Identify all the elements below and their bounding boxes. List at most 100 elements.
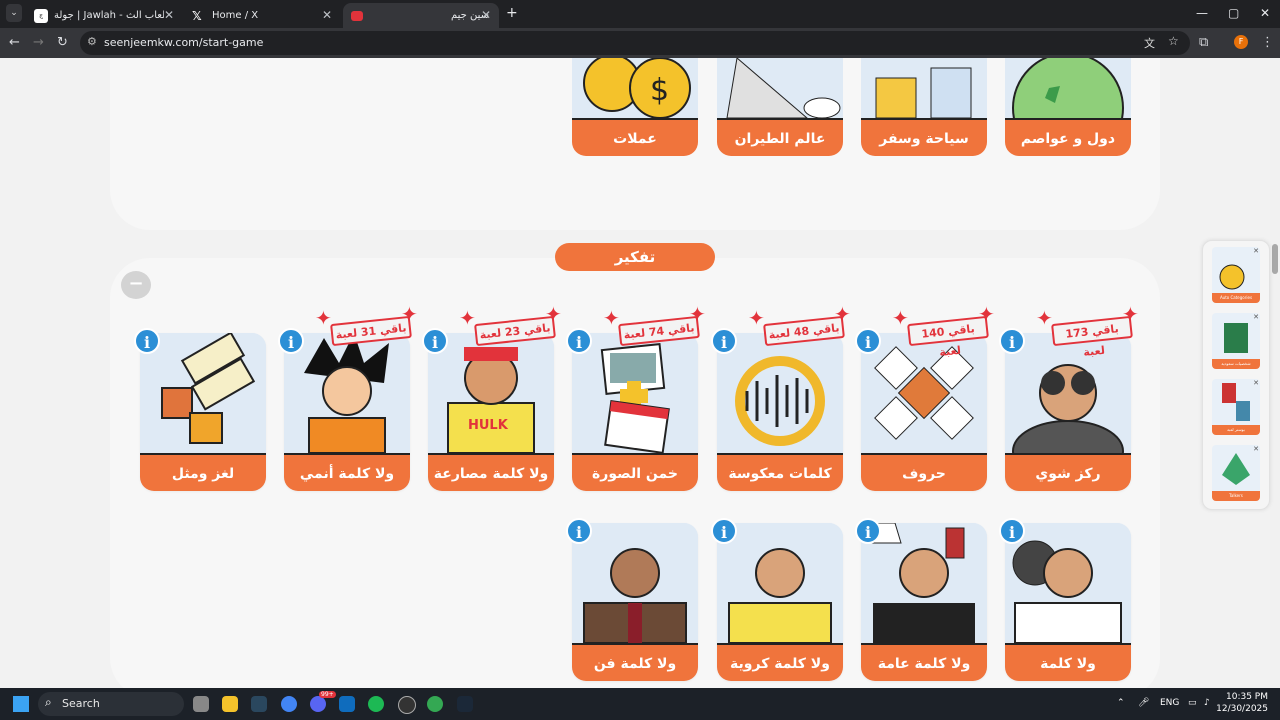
card-label: لغز ومثل: [140, 453, 266, 491]
extensions-icon[interactable]: ⧉: [1199, 35, 1208, 50]
translate-icon[interactable]: 文: [1144, 35, 1155, 51]
remove-icon[interactable]: ✕: [1253, 445, 1259, 453]
card-label: ولا كلمة عامة: [861, 643, 987, 681]
info-icon[interactable]: i: [566, 328, 592, 354]
card-label: ركز شوي: [1005, 453, 1131, 491]
network-icon[interactable]: ▭: [1188, 698, 1197, 708]
task-view-icon[interactable]: [193, 696, 209, 712]
bookmark-star-icon[interactable]: ☆: [1168, 34, 1179, 48]
game-card-no-word-foreign-art[interactable]: ولا كلمة فن أجنبي: [572, 523, 698, 681]
info-icon[interactable]: i: [422, 328, 448, 354]
menu-dots-icon[interactable]: ⋮: [1261, 35, 1274, 50]
site-info-icon[interactable]: ⚙: [87, 35, 97, 48]
info-icon[interactable]: i: [711, 328, 737, 354]
microphone-icon[interactable]: 🎤︎: [1138, 698, 1149, 708]
card-image: [284, 333, 410, 454]
category-card-countries[interactable]: دول و عواصم: [1005, 118, 1131, 156]
info-icon[interactable]: i: [855, 328, 881, 354]
game-card-reversed-words[interactable]: كلمات معكوسة: [717, 333, 843, 491]
category-card-travel[interactable]: سياحة وسفر: [861, 118, 987, 156]
card-image: HULK: [428, 333, 554, 454]
page-scrollbar[interactable]: [1270, 58, 1280, 688]
info-icon[interactable]: i: [711, 518, 737, 544]
tab-close-icon[interactable]: ✕: [322, 8, 332, 22]
sparkle-icon: ✦: [892, 306, 909, 330]
tab-close-icon[interactable]: ✕: [164, 8, 174, 22]
globe-icon: [1012, 58, 1124, 164]
game-card-letters[interactable]: حروف: [861, 333, 987, 491]
info-icon[interactable]: i: [999, 328, 1025, 354]
file-explorer-icon[interactable]: [222, 696, 238, 712]
tab-close-icon[interactable]: ✕: [481, 8, 491, 22]
game-card-no-word-football[interactable]: ولا كلمة كروية: [717, 523, 843, 681]
info-icon[interactable]: i: [278, 328, 304, 354]
card-image: [717, 523, 843, 644]
game-card-focus[interactable]: ركز شوي: [1005, 333, 1131, 491]
svg-text:$: $: [650, 73, 669, 108]
tab-x-home[interactable]: 𝕏 Home / X ✕: [184, 3, 340, 28]
address-bar[interactable]: ⚙ seenjeemkw.com/start-game 文 ☆: [80, 31, 1190, 55]
windows-start-icon[interactable]: [13, 696, 29, 712]
tab-title: Home / X: [212, 10, 259, 21]
selected-category[interactable]: ✕ بوستر لعبة: [1212, 379, 1260, 435]
sparkle-icon: ✦: [1036, 306, 1053, 330]
back-arrow-icon[interactable]: ←: [9, 35, 20, 50]
card-label: خمن الصورة: [572, 453, 698, 491]
chrome-icon[interactable]: [281, 696, 297, 712]
game-card-no-word-general[interactable]: ولا كلمة عامة: [861, 523, 987, 681]
selected-category[interactable]: ✕ شخصيات سعودية: [1212, 313, 1260, 369]
steam-icon[interactable]: [251, 696, 267, 712]
taskbar-clock[interactable]: 10:35 PM 12/30/2025: [1216, 691, 1268, 715]
taskbar-search[interactable]: ⌕ Search: [38, 692, 184, 716]
discord-icon[interactable]: [310, 696, 326, 712]
category-card-image: [1005, 58, 1131, 164]
tab-seenjeem[interactable]: سين جيم ✕: [343, 3, 499, 28]
game-card-guess-picture[interactable]: خمن الصورة: [572, 333, 698, 491]
info-icon[interactable]: i: [134, 328, 160, 354]
game-card-wrestling[interactable]: HULK ولا كلمة مصارعة: [428, 333, 554, 491]
selected-category[interactable]: ✕ Talkers: [1212, 445, 1260, 501]
mail-icon[interactable]: [339, 696, 355, 712]
sparkle-icon: ✦: [748, 306, 765, 330]
browser-tab-strip: ⌄ ج جولة | Jawlah - منصة الألعاب الث... …: [0, 0, 1280, 28]
close-window-button[interactable]: ✕: [1260, 6, 1270, 20]
mini-label: بوستر لعبة: [1212, 425, 1260, 435]
collapse-section-button[interactable]: −: [121, 271, 151, 299]
clock-time: 10:35 PM: [1226, 692, 1268, 702]
media-app-icon[interactable]: [398, 696, 416, 714]
game-card-no-word[interactable]: ولا كلمة: [1005, 523, 1131, 681]
info-icon[interactable]: i: [999, 518, 1025, 544]
coins-icon: $: [583, 58, 691, 119]
steam-alt-icon[interactable]: [457, 696, 473, 712]
silent-man-film-icon: [1012, 540, 1122, 644]
language-indicator[interactable]: ENG: [1160, 698, 1179, 708]
chrome-active-icon[interactable]: [427, 696, 443, 712]
category-card-aviation[interactable]: عالم الطيران: [717, 118, 843, 156]
category-card-currencies[interactable]: عملات: [572, 118, 698, 156]
sparkle-icon: ✦: [834, 302, 851, 326]
remove-icon[interactable]: ✕: [1253, 247, 1259, 255]
remove-icon[interactable]: ✕: [1253, 313, 1259, 321]
new-tab-button[interactable]: +: [506, 5, 518, 21]
info-icon[interactable]: i: [855, 518, 881, 544]
spotify-icon[interactable]: [368, 696, 384, 712]
tab-jawlah[interactable]: ج جولة | Jawlah - منصة الألعاب الث... ✕: [26, 3, 182, 28]
section-title: تفكير: [555, 243, 715, 271]
remove-icon[interactable]: ✕: [1253, 379, 1259, 387]
profile-avatar[interactable]: F: [1234, 35, 1248, 49]
card-label: ولا كلمة أنمي: [284, 453, 410, 491]
volume-icon[interactable]: ♪: [1204, 698, 1210, 708]
game-card-puzzle[interactable]: لغز ومثل: [140, 333, 266, 491]
minimize-button[interactable]: —: [1196, 6, 1208, 20]
tray-chevron-icon[interactable]: ⌃: [1117, 698, 1125, 708]
category-card-image: $: [572, 58, 698, 119]
url-text: seenjeemkw.com/start-game: [104, 36, 264, 49]
reload-icon[interactable]: ↻: [57, 35, 68, 50]
forward-arrow-icon[interactable]: →: [33, 35, 44, 50]
selected-category[interactable]: ✕ Auto Categories: [1212, 247, 1260, 303]
scrollbar-thumb[interactable]: [1272, 244, 1278, 274]
maximize-button[interactable]: ▢: [1228, 6, 1239, 20]
game-card-anime[interactable]: ولا كلمة أنمي: [284, 333, 410, 491]
tab-search-icon[interactable]: ⌄: [6, 4, 22, 22]
info-icon[interactable]: i: [566, 518, 592, 544]
